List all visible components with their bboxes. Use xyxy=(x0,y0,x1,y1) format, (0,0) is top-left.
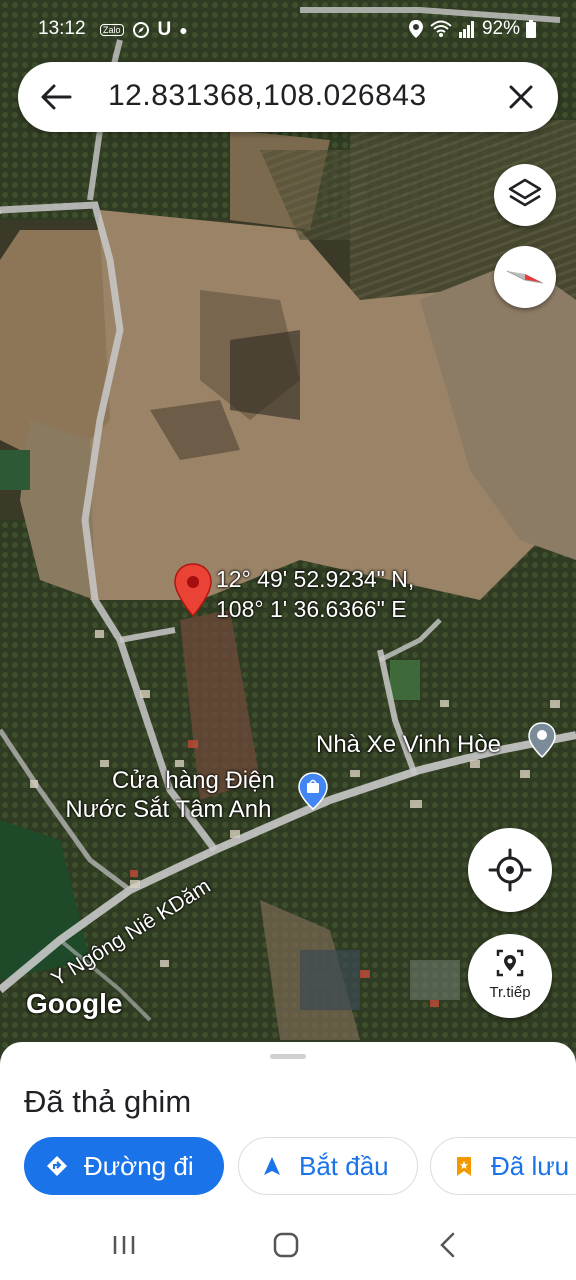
place-label-bus-text: Nhà Xe Vinh Hòe xyxy=(316,731,502,758)
compass-button[interactable] xyxy=(494,246,556,308)
status-bar: 13:12 Zalo U ● 92% xyxy=(0,0,576,58)
saved-button[interactable]: Đã lưu xyxy=(430,1137,576,1195)
compass-icon xyxy=(506,270,544,284)
layers-button[interactable] xyxy=(494,164,556,226)
place-label-bus[interactable]: Nhà Xe Vinh Hòe xyxy=(316,730,501,759)
directions-label: Đường đi xyxy=(84,1150,194,1181)
status-notification-icons: Zalo U ● xyxy=(100,19,188,41)
search-bar[interactable]: 12.831368,108.026843 xyxy=(18,62,558,132)
my-location-icon xyxy=(488,848,532,892)
pin-longitude: 108° 1' 36.6366" E xyxy=(216,596,407,622)
dropped-pin-icon[interactable] xyxy=(172,562,214,618)
my-location-button[interactable] xyxy=(468,828,552,912)
home-icon[interactable] xyxy=(273,1232,299,1258)
signal-icon xyxy=(458,21,474,38)
location-icon xyxy=(408,20,423,38)
start-label: Bắt đầu xyxy=(299,1150,389,1181)
saved-label: Đã lưu xyxy=(491,1150,570,1181)
battery-percent: 92% xyxy=(481,18,520,39)
back-icon[interactable] xyxy=(438,1232,456,1258)
google-attribution: Google xyxy=(26,988,123,1019)
live-view-label: Tr.tiếp xyxy=(489,984,531,1001)
directions-icon xyxy=(47,1156,67,1176)
recent-apps-icon[interactable] xyxy=(112,1234,136,1256)
sheet-title: Đã thả ghim xyxy=(24,1084,192,1119)
place-label-shop-line1: Cửa hàng Điện xyxy=(112,767,275,794)
browser-icon xyxy=(132,22,149,38)
wifi-icon xyxy=(430,20,452,37)
pin-latitude: 12° 49' 52.9234" N, xyxy=(216,566,415,592)
back-arrow-icon[interactable] xyxy=(40,82,72,112)
status-time: 13:12 xyxy=(38,18,86,39)
battery-icon xyxy=(526,20,536,38)
search-query[interactable]: 12.831368,108.026843 xyxy=(108,79,427,113)
start-button[interactable]: Bắt đầu xyxy=(238,1137,418,1195)
live-view-icon xyxy=(496,949,524,977)
close-icon[interactable] xyxy=(506,82,536,112)
directions-button[interactable]: Đường đi xyxy=(24,1137,224,1195)
zalo-icon: Zalo xyxy=(100,24,124,36)
pin-coordinates-label: 12° 49' 52.9234" N, 108° 1' 36.6366" E xyxy=(216,564,414,624)
shopping-bag-marker-icon[interactable] xyxy=(298,772,328,810)
status-system-icons: 92% xyxy=(408,18,536,40)
place-label-shop-line2: Nước Sắt Tâm Anh xyxy=(65,796,272,823)
bookmark-icon xyxy=(457,1157,471,1176)
layers-icon xyxy=(508,178,542,207)
live-view-button[interactable]: Tr.tiếp xyxy=(468,934,552,1018)
system-navigation-bar xyxy=(0,1210,576,1280)
navigate-arrow-icon xyxy=(264,1157,280,1175)
place-marker-icon[interactable] xyxy=(528,722,556,758)
sheet-drag-handle[interactable] xyxy=(270,1054,306,1059)
dot-icon: ● xyxy=(179,22,188,38)
place-label-shop[interactable]: Cửa hàng Điện Nước Sắt Tâm Anh xyxy=(65,766,275,824)
u-icon: U xyxy=(157,19,172,40)
place-bottom-sheet[interactable]: Đã thả ghim Đường đi Bắt đầu Đã lưu xyxy=(0,1042,576,1280)
